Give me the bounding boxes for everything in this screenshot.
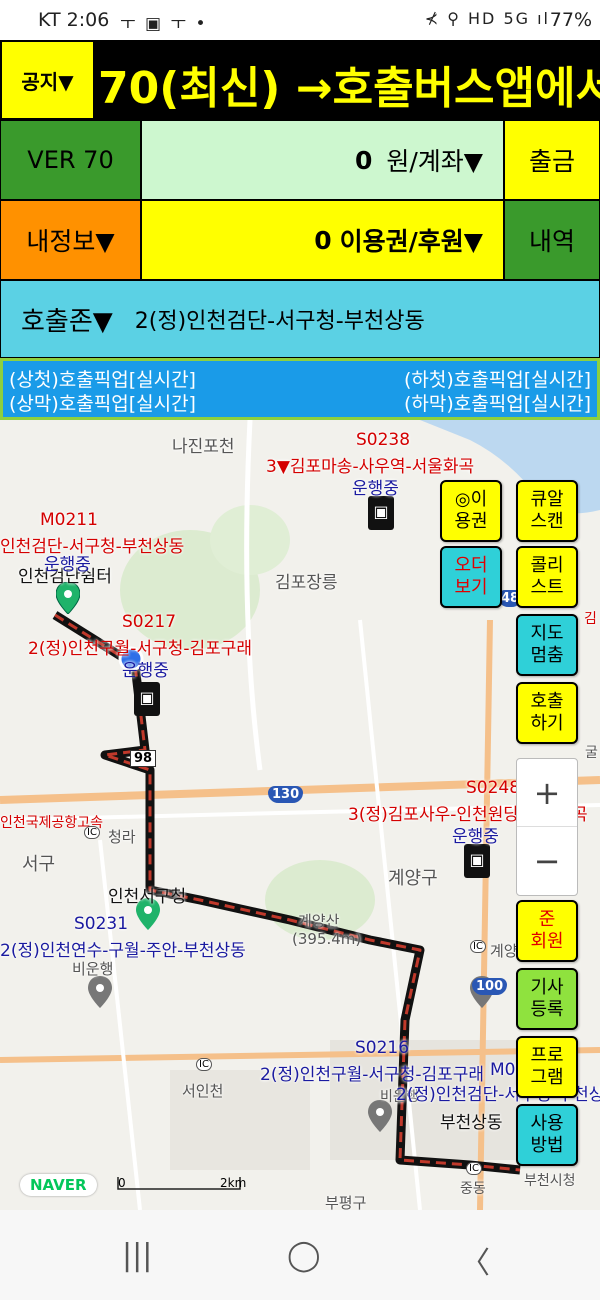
pickup-up-last[interactable]: (상막)호출픽업[실시간] [9,389,196,416]
ic-badge: IC [466,1162,482,1175]
bus-icon[interactable]: ▣ [368,496,394,530]
system-nav-bar: ||| ◯ 〈 [0,1210,600,1300]
back-button[interactable]: 〈 [460,1238,490,1282]
call-button[interactable]: 호출 하기 [516,682,578,744]
notice-button[interactable]: 공지▼ [0,40,95,120]
place-label: 부천상동 [440,1113,503,1133]
ic-badge: IC [196,1058,212,1071]
place-label: 부평구 [325,1194,367,1210]
bus-id-label: S0217 [122,612,177,632]
map-stop-button[interactable]: 지도 멈춤 [516,614,578,676]
status-bar: KT 2:06 ㅜ ▣ ㅜ • ⊀ ⚲ HD 5G ıl 77% [0,0,600,40]
driver-register-button[interactable]: 기사 등록 [516,968,578,1030]
bus-id-label: S0238 [356,430,411,450]
program-button[interactable]: 프로 그램 [516,1036,578,1098]
bus-icon[interactable]: ▣ [464,844,490,878]
version-label: VER 70 [0,120,141,200]
battery-level: 77% [549,9,592,31]
pickup-up-first[interactable]: (상첫)호출픽업[실시간] [9,365,196,392]
ticket-dropdown[interactable]: 0 이용권/후원▼ [141,200,504,280]
place-label: 중동 [460,1181,486,1197]
bus-status-label: 운행중 [352,479,399,499]
notification-icons: ㅜ ▣ ㅜ • [120,14,208,34]
scale-2km-label: 2km [220,1176,247,1190]
ticket-unit: 이용권/후원▼ [339,227,483,256]
place-label: 계양구 [388,868,438,889]
zoom-control: + − [516,758,578,896]
call-zone-value: 2(정)인천검단-서구청-부천상동 [134,309,425,334]
scale-zero-label: 0 [118,1176,126,1190]
notice-banner: 공지▼ 70(최신) →호출버스앱에서 [0,40,600,120]
place-label: 부천시청 [524,1173,576,1189]
place-label: 나진포천 [172,437,235,457]
call-list-button[interactable]: 콜리 스트 [516,546,578,608]
bus-id-label: S0248 [466,778,521,798]
qr-scan-button[interactable]: 큐알 스캔 [516,480,578,542]
history-button[interactable]: 내역 [504,200,600,280]
call-zone-label: 호출존▼ [21,306,113,337]
ic-badge: IC [470,940,486,953]
bus-id-label: S0231 [74,914,129,934]
zoom-in-button[interactable]: + [517,759,577,827]
balance-unit: 원/계좌▼ [386,147,483,176]
route-98-shield: 98 [130,750,157,767]
place-label: 인천서구청 [108,887,187,907]
ticket-button[interactable]: ◎이 용권 [440,480,502,542]
map-view[interactable]: ▣ ▣ ▣ 나진포천 김포장릉 인천검단쉼터 인천국제공항고속 청라 서구 계양… [0,420,600,1210]
associate-member-button[interactable]: 준 회원 [516,900,578,962]
bus-status-label: 운행중 [452,827,499,847]
distance-label: (395.4m) [292,930,362,948]
place-label: 김 [584,611,597,627]
withdraw-button[interactable]: 출금 [504,120,600,200]
zoom-out-button[interactable]: − [517,827,577,895]
place-label: 굴 [585,745,598,761]
signal-icons: ⊀ ⚲ HD 5G ıl [424,9,550,28]
place-label: 계양 [490,942,518,960]
pickup-down-first[interactable]: (하첫)호출픽업[실시간] [404,365,591,392]
bus-route-label: 인천검단-서구청-부천상동 [0,537,185,557]
balance-value: 0 [354,145,373,175]
order-view-button[interactable]: 오더 보기 [440,546,502,608]
place-label: 서인천 [182,1082,224,1100]
call-zone-selector[interactable]: 호출존▼ 2(정)인천검단-서구청-부천상동 [0,280,600,358]
map-pin-icon [88,976,112,1008]
bus-status-label: 운행중 [44,555,91,575]
place-label: 서구 [22,854,56,875]
place-label: 김포장릉 [275,573,338,593]
place-label: 계양산 [298,912,340,930]
route-100-shield: 100 [472,978,508,995]
bus-id-label: M0211 [40,510,98,530]
notice-marquee-text: 70(최신) →호출버스앱에서 [98,63,600,114]
usage-guide-button[interactable]: 사용 방법 [516,1104,578,1166]
ticket-value: 0 [314,225,332,255]
bus-icon[interactable]: ▣ [134,682,160,716]
route-130-shield: 130 [268,786,304,803]
bus-id-label: S0216 [355,1038,410,1058]
place-label: 청라 [108,828,136,846]
bus-status-label: 운행중 [122,661,169,681]
status-time: KT 2:06 [38,9,110,31]
pickup-bar: (상첫)호출픽업[실시간] (상막)호출픽업[실시간] (하첫)호출픽업[실시간… [0,358,600,420]
place-label: 비운행 [72,960,114,978]
balance-dropdown[interactable]: 0 원/계좌▼ [141,120,504,200]
recents-button[interactable]: ||| [122,1238,152,1273]
bus-route-label: 2(정)인천연수-구월-주안-부천상동 [0,941,246,961]
naver-logo[interactable]: NAVER [20,1174,97,1196]
my-info-button[interactable]: 내정보▼ [0,200,141,280]
home-button[interactable]: ◯ [287,1238,321,1273]
pickup-down-last[interactable]: (하막)호출픽업[실시간] [404,389,591,416]
ic-badge: IC [84,826,100,839]
